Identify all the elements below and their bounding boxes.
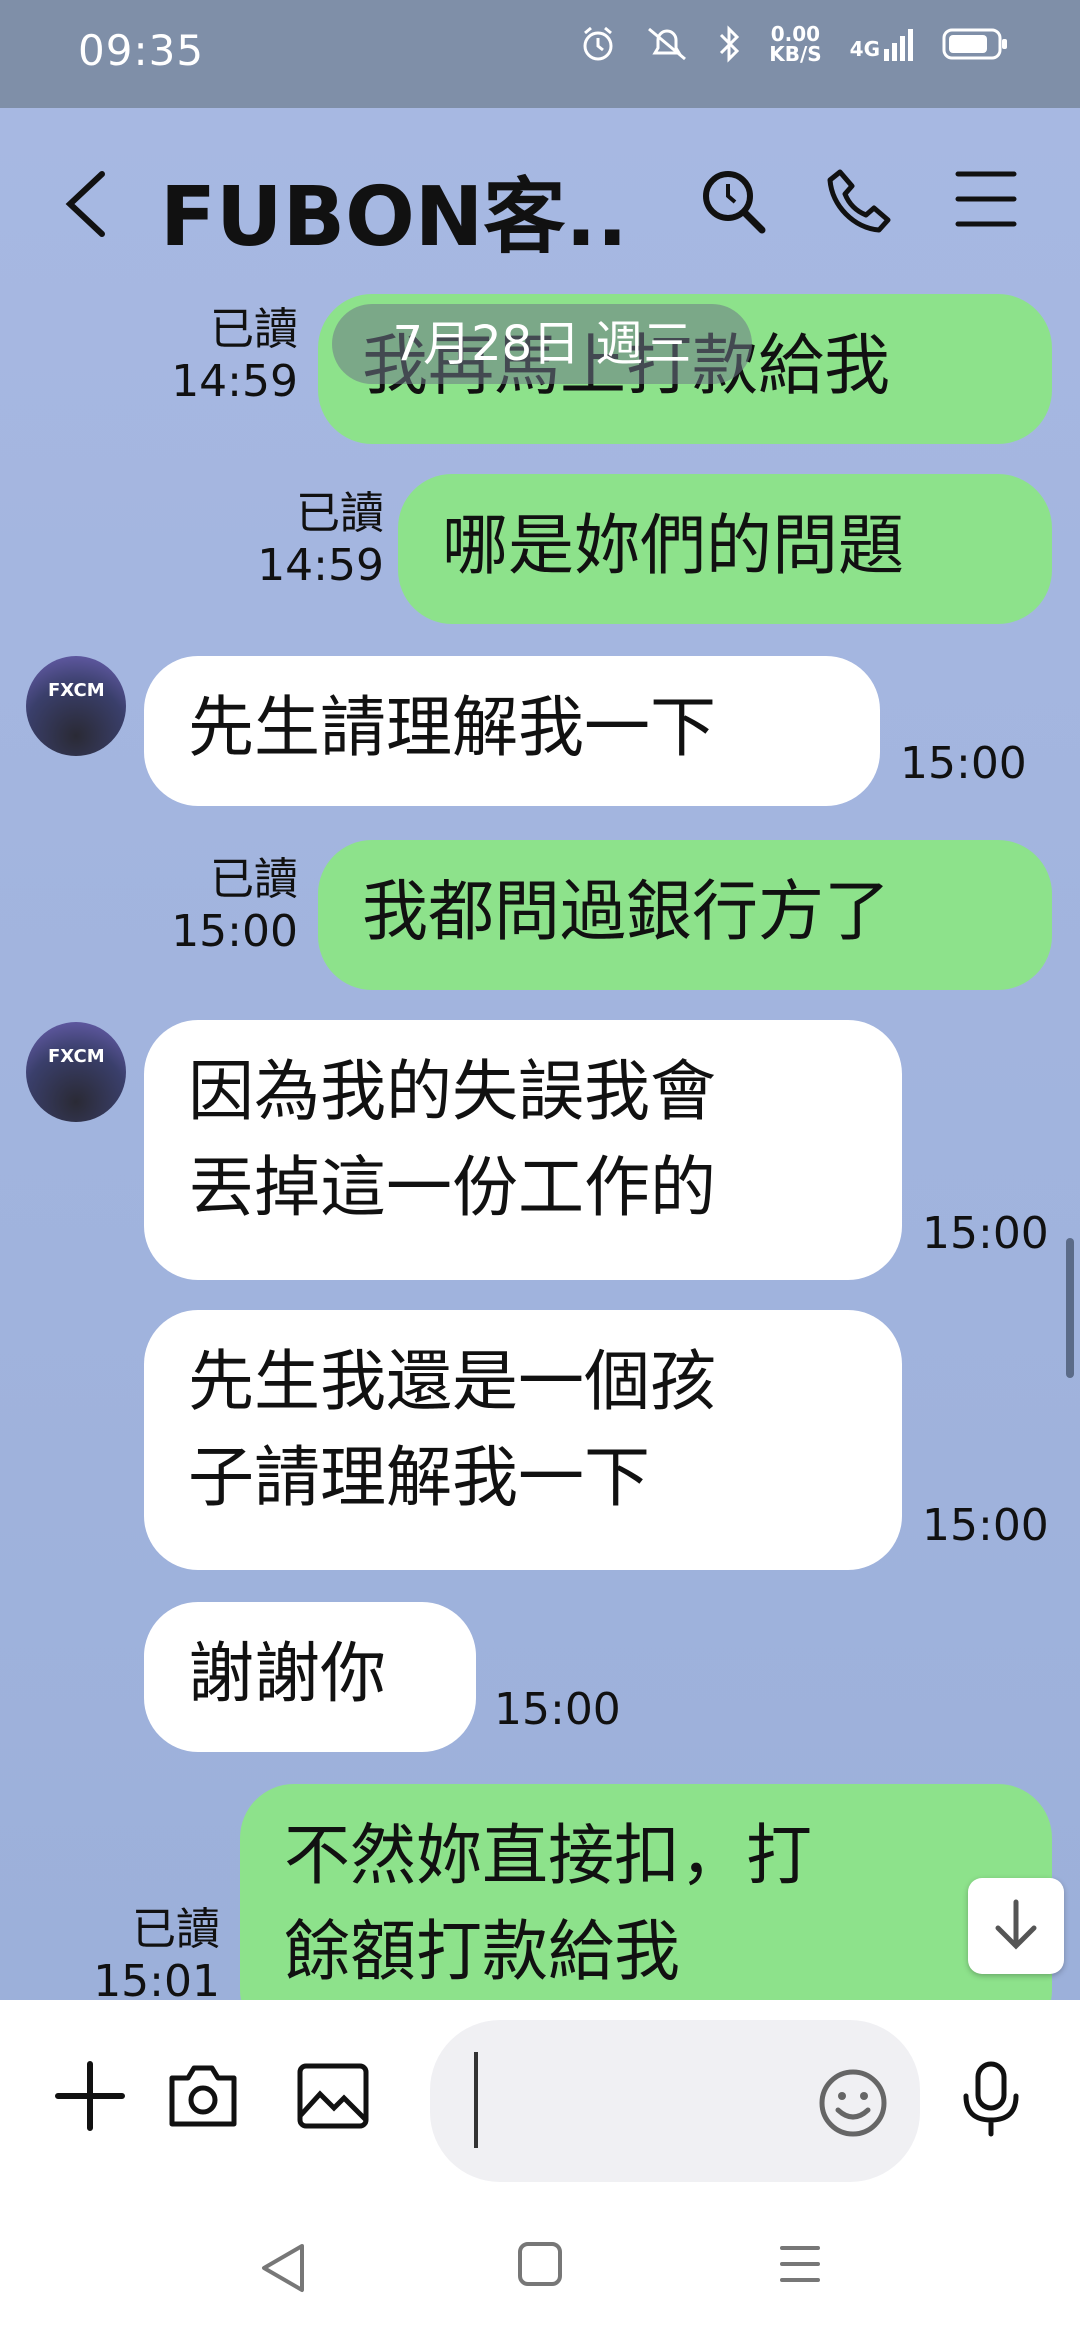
nav-back-icon[interactable]: [258, 2240, 308, 2296]
status-icons: 0.00 KB/S 4G: [579, 24, 1008, 64]
message-time: 15:00: [900, 738, 1027, 789]
message-time: 14:59: [171, 356, 298, 407]
chat-header: FUBON客...: [0, 108, 1080, 288]
message-read-status: 已讀 15:01: [72, 1904, 220, 2000]
message-read-status: 已讀 14:59: [150, 304, 298, 408]
status-bar: 09:35 0.00 KB/S 4G: [0, 0, 1080, 108]
outgoing-message[interactable]: 不然妳直接扣，打 餘額打款給我: [240, 1784, 1052, 2000]
message-time: 15:00: [171, 906, 298, 957]
avatar-logo: FXCM: [48, 1046, 105, 1067]
network-speed: 0.00 KB/S: [769, 24, 821, 64]
back-icon[interactable]: [62, 168, 110, 240]
message-time: 14:59: [257, 540, 384, 591]
emoji-icon[interactable]: [818, 2068, 888, 2138]
menu-icon[interactable]: [954, 166, 1018, 232]
image-icon[interactable]: [296, 2060, 370, 2132]
read-label: 已讀: [296, 488, 384, 539]
incoming-message[interactable]: 因為我的失誤我會 丟掉這一份工作的: [144, 1020, 902, 1280]
incoming-message[interactable]: 先生我還是一個孩 子請理解我一下: [144, 1310, 902, 1570]
mute-bell-icon: [648, 27, 687, 61]
network-type: 4G: [849, 37, 880, 61]
avatar-logo: FXCM: [48, 680, 105, 701]
camera-icon[interactable]: [166, 2060, 240, 2132]
read-label: 已讀: [210, 854, 298, 905]
scroll-to-bottom-button[interactable]: [968, 1878, 1064, 1974]
contact-avatar[interactable]: FXCM: [26, 1022, 126, 1122]
search-icon[interactable]: [698, 166, 768, 236]
system-nav-bar: [0, 2200, 1080, 2340]
text-cursor: [474, 2052, 478, 2148]
nav-home-icon[interactable]: [516, 2240, 564, 2288]
date-separator: 7月28日 週三: [332, 304, 752, 384]
speed-unit: KB/S: [769, 42, 822, 66]
scrollbar[interactable]: [1066, 1238, 1074, 1378]
signal-icon: [884, 29, 913, 61]
phone-icon[interactable]: [826, 166, 892, 236]
plus-icon[interactable]: [54, 2060, 126, 2132]
message-time: 15:00: [922, 1208, 1049, 1259]
incoming-message[interactable]: 謝謝你: [144, 1602, 476, 1752]
alarm-icon: [583, 26, 613, 61]
nav-recents-icon[interactable]: [776, 2240, 824, 2288]
bluetooth-icon: [720, 25, 740, 63]
outgoing-message[interactable]: 哪是妳們的問題: [398, 474, 1052, 624]
microphone-icon[interactable]: [960, 2060, 1022, 2138]
incoming-message[interactable]: 先生請理解我一下: [144, 656, 880, 806]
read-label: 已讀: [132, 1904, 220, 1955]
message-read-status: 已讀 15:00: [150, 854, 298, 958]
chat-area[interactable]: FUBON客... 7月28日 週三 已讀 14:59 我再馬上打款給我 已讀 …: [0, 108, 1080, 2000]
speed-value: 0.00: [770, 22, 821, 46]
message-read-status: 已讀 14:59: [236, 488, 384, 592]
message-time: 15:00: [922, 1500, 1049, 1551]
message-composer: [0, 2000, 1080, 2200]
arrow-down-icon: [995, 1899, 1037, 1950]
battery-icon: [942, 28, 1007, 60]
message-time: 15:00: [494, 1684, 621, 1735]
contact-avatar[interactable]: FXCM: [26, 656, 126, 756]
status-time: 09:35: [78, 26, 205, 75]
message-time: 15:01: [93, 1956, 220, 2000]
read-label: 已讀: [210, 304, 298, 355]
chat-title: FUBON客...: [160, 170, 630, 265]
outgoing-message[interactable]: 我都問過銀行方了: [318, 840, 1052, 990]
